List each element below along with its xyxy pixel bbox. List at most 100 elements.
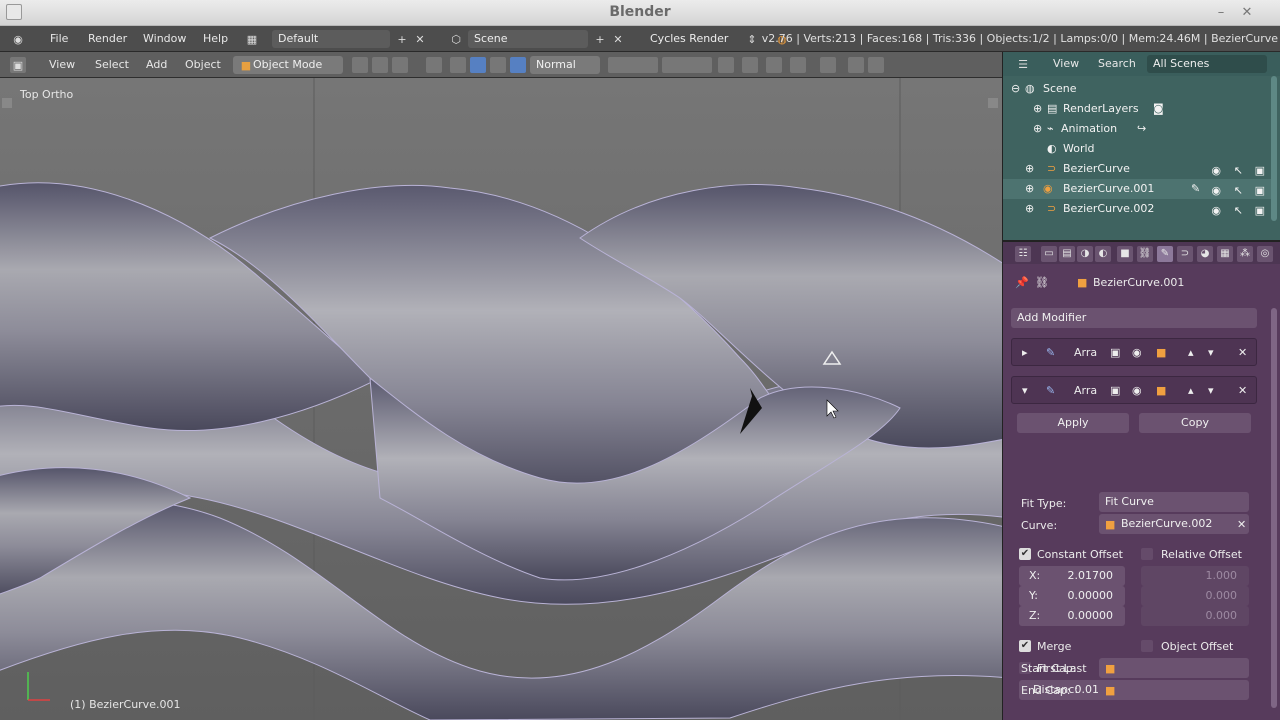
viewport-3d[interactable]: Top Ortho (1) BezierCurve.001 — [0, 78, 1002, 720]
toolshelf-toggle-icon[interactable] — [2, 98, 12, 108]
menu-window[interactable]: Window — [143, 26, 186, 52]
add-modifier-select[interactable]: Add Modifier — [1011, 308, 1257, 328]
remove-modifier-icon[interactable]: ✕ — [1238, 384, 1247, 397]
curve-object-field[interactable]: BezierCurve.002 — [1099, 514, 1249, 534]
viewport-shading-icon[interactable] — [352, 57, 368, 73]
constant-x-field[interactable]: X: 2.01700 — [1019, 566, 1125, 586]
clear-curve-icon[interactable]: ✕ — [1237, 518, 1246, 531]
menu-render[interactable]: Render — [88, 26, 127, 52]
screen-layout-icon[interactable]: ▦ — [244, 31, 260, 47]
minimize-icon[interactable]: – — [1212, 4, 1230, 22]
properties-toggle-icon[interactable] — [988, 98, 998, 108]
add-layout-icon[interactable]: + — [394, 31, 410, 47]
menu-view[interactable]: View — [49, 52, 75, 78]
visibility-eye-icon[interactable]: ◉ — [1211, 201, 1221, 221]
menu-object[interactable]: Object — [185, 52, 221, 78]
menu-help[interactable]: Help — [203, 26, 228, 52]
expand-icon[interactable]: ⊕ — [1025, 159, 1034, 179]
menu-file[interactable]: File — [50, 26, 68, 52]
selectable-cursor-icon[interactable]: ↖ — [1234, 181, 1243, 201]
start-cap-field[interactable] — [1099, 658, 1249, 678]
outliner-row-scene[interactable]: ⊖ ◍ Scene — [1003, 79, 1273, 99]
outliner-row-renderlayers[interactable]: ⊕ ▤ RenderLayers ◙ — [1003, 99, 1273, 119]
outliner-menu-view[interactable]: View — [1053, 52, 1079, 76]
move-up-icon[interactable]: ▴ — [1188, 346, 1194, 359]
chevron-down-icon[interactable] — [372, 57, 388, 73]
editor-type-properties-icon[interactable]: ☷ — [1015, 246, 1031, 262]
scene-field[interactable]: Scene — [468, 30, 588, 48]
snap-element-icon[interactable] — [820, 57, 836, 73]
tab-scene-icon[interactable]: ◑ — [1077, 246, 1093, 262]
opengl-anim-icon[interactable] — [868, 57, 884, 73]
menu-select[interactable]: Select — [95, 52, 129, 78]
tab-data-icon[interactable]: ⊃ — [1177, 246, 1193, 262]
tab-physics-icon[interactable]: ◎ — [1257, 246, 1273, 262]
copy-button[interactable]: Copy — [1139, 413, 1251, 433]
snap-toggle-icon[interactable] — [790, 57, 806, 73]
fit-type-select[interactable]: Fit Curve — [1099, 492, 1249, 512]
render-toggle-icon[interactable]: ▣ — [1110, 384, 1120, 397]
object-offset-checkbox[interactable] — [1141, 640, 1153, 652]
renderable-camera-icon[interactable]: ▣ — [1255, 161, 1265, 181]
viewport-toggle-icon[interactable]: ◉ — [1132, 384, 1142, 397]
expand-triangle-icon[interactable]: ▸ — [1022, 346, 1028, 359]
remove-modifier-icon[interactable]: ✕ — [1238, 346, 1247, 359]
visibility-eye-icon[interactable]: ◉ — [1211, 181, 1221, 201]
renderable-camera-icon[interactable]: ▣ — [1255, 201, 1265, 221]
pin-icon[interactable]: 📌 — [1015, 276, 1029, 289]
add-scene-icon[interactable]: + — [592, 31, 608, 47]
transform-orientation-select[interactable]: Normal — [530, 56, 600, 74]
expand-icon[interactable]: ⊕ — [1033, 99, 1042, 119]
expand-icon[interactable]: ⊕ — [1025, 199, 1034, 219]
modifier-name[interactable]: Arra — [1074, 346, 1097, 359]
renderable-camera-icon[interactable]: ▣ — [1255, 181, 1265, 201]
constant-z-field[interactable]: Z: 0.00000 — [1019, 606, 1125, 626]
render-preview-icon[interactable] — [742, 57, 758, 73]
collapse-triangle-icon[interactable]: ▾ — [1022, 384, 1028, 397]
editor-type-outliner-icon[interactable]: ☰ — [1015, 56, 1031, 72]
outliner-menu-search[interactable]: Search — [1098, 52, 1136, 76]
remove-scene-icon[interactable]: ✕ — [610, 31, 626, 47]
translate-manipulator-icon[interactable] — [470, 57, 486, 73]
editor-type-3d-icon[interactable]: ▣ — [10, 57, 26, 73]
tab-object-icon[interactable]: ■ — [1117, 246, 1133, 262]
move-down-icon[interactable]: ▾ — [1208, 384, 1214, 397]
outliner-display-select[interactable]: All Scenes — [1147, 55, 1267, 73]
editor-type-info-icon[interactable]: ◉ — [10, 31, 26, 47]
proportional-edit-icon[interactable] — [766, 57, 782, 73]
pivot-point-icon[interactable] — [392, 57, 408, 73]
constant-y-field[interactable]: Y: 0.00000 — [1019, 586, 1125, 606]
visibility-eye-icon[interactable]: ◉ — [1211, 161, 1221, 181]
scene-layers-grid-2[interactable] — [662, 57, 712, 73]
expand-icon[interactable]: ⊖ — [1011, 79, 1020, 99]
merge-checkbox[interactable]: ✔ — [1019, 640, 1031, 652]
tab-world-icon[interactable]: ◐ — [1095, 246, 1111, 262]
properties-scrollbar[interactable] — [1271, 308, 1277, 708]
apply-button[interactable]: Apply — [1017, 413, 1129, 433]
scene-icon[interactable]: ⬡ — [448, 31, 464, 47]
outliner-row-beziercurve[interactable]: ⊕ ⊃ BezierCurve ◉ ↖ ▣ — [1003, 159, 1273, 179]
scale-manipulator-icon[interactable] — [510, 57, 526, 73]
outliner-row-world[interactable]: ◐ World — [1003, 139, 1273, 159]
constant-offset-checkbox[interactable]: ✔ — [1019, 548, 1031, 560]
modifier-name[interactable]: Arra — [1074, 384, 1097, 397]
outliner-row-beziercurve-001[interactable]: ⊕ ◉ BezierCurve.001 ✎ ◉ ↖ ▣ — [1003, 179, 1273, 199]
opengl-render-icon[interactable] — [848, 57, 864, 73]
render-engine-select[interactable]: Cycles Render — [644, 30, 756, 48]
selectable-cursor-icon[interactable]: ↖ — [1234, 201, 1243, 221]
menu-add[interactable]: Add — [146, 52, 167, 78]
layer-lock-icon[interactable] — [718, 57, 734, 73]
tab-modifiers-icon[interactable]: ✎ — [1157, 246, 1173, 262]
tab-layers-icon[interactable]: ▤ — [1059, 246, 1075, 262]
selectable-cursor-icon[interactable]: ↖ — [1234, 161, 1243, 181]
expand-icon[interactable]: ⊕ — [1025, 179, 1034, 199]
manipulator-icon[interactable] — [450, 57, 466, 73]
relative-offset-checkbox[interactable] — [1141, 548, 1153, 560]
outliner-row-animation[interactable]: ⊕ ⌁ Animation ↪ — [1003, 119, 1273, 139]
layout-field[interactable]: Default — [272, 30, 390, 48]
move-down-icon[interactable]: ▾ — [1208, 346, 1214, 359]
editmode-toggle-icon[interactable]: ■ — [1156, 346, 1166, 359]
rotate-manipulator-icon[interactable] — [490, 57, 506, 73]
tab-particles-icon[interactable]: ⁂ — [1237, 246, 1253, 262]
end-cap-field[interactable] — [1099, 680, 1249, 700]
